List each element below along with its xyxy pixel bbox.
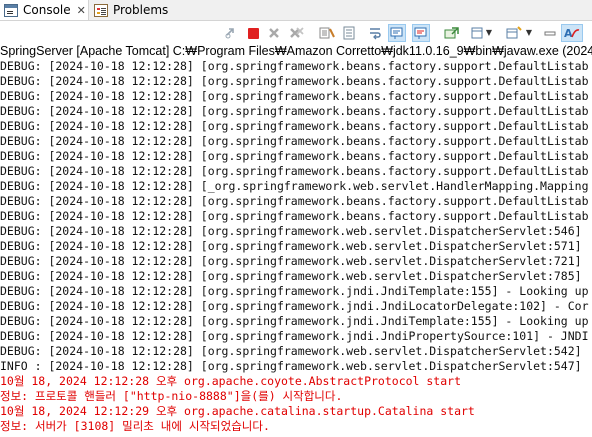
scroll-lock-icon[interactable] <box>340 24 358 42</box>
log-line: DEBUG: [2024-10-18 12:12:28] [org.spring… <box>0 314 589 328</box>
tab-problems[interactable]: Problems <box>90 0 170 20</box>
remove-all-icon[interactable] <box>288 24 306 42</box>
log-line: DEBUG: [2024-10-18 12:12:28] [org.spring… <box>0 329 589 343</box>
remove-launch-icon[interactable] <box>265 24 283 42</box>
log-line: 정보: 서버가 [3108] 밀리초 내에 시작되었습니다. <box>0 419 270 433</box>
log-line: DEBUG: [2024-10-18 12:12:28] [org.spring… <box>0 344 582 358</box>
show-stdout-icon[interactable]: A <box>561 24 583 42</box>
tab-problems-label: Problems <box>113 3 169 17</box>
log-line: 10월 18, 2024 12:12:28 오후 org.apache.coyo… <box>0 374 462 388</box>
console-output[interactable]: DEBUG: [2024-10-18 12:12:28] [org.spring… <box>0 59 592 437</box>
log-line: 10월 18, 2024 12:12:29 오후 org.apache.cata… <box>0 404 475 418</box>
log-line: DEBUG: [2024-10-18 12:12:28] [org.spring… <box>0 194 589 208</box>
console-icon <box>4 3 18 17</box>
problems-icon <box>94 3 108 17</box>
log-line: DEBUG: [2024-10-18 12:12:28] [org.spring… <box>0 269 582 283</box>
display-console-icon[interactable] <box>443 24 461 42</box>
log-line: DEBUG: [2024-10-18 12:12:28] [org.spring… <box>0 104 589 118</box>
close-icon[interactable]: ✕ <box>77 4 86 17</box>
log-line: DEBUG: [2024-10-18 12:12:28] [org.spring… <box>0 134 589 148</box>
svg-text:A: A <box>564 27 573 40</box>
log-line: DEBUG: [2024-10-18 12:12:28] [org.spring… <box>0 224 582 238</box>
chevron-down-icon[interactable]: ▼ <box>524 24 534 42</box>
log-line: DEBUG: [2024-10-18 12:12:28] [org.spring… <box>0 149 589 163</box>
launch-description: SpringServer [Apache Tomcat] C:₩Program … <box>0 44 592 58</box>
stop-icon[interactable] <box>244 24 262 42</box>
open-console-icon[interactable] <box>412 24 430 42</box>
minimize-icon[interactable] <box>541 24 559 42</box>
log-line: DEBUG: [2024-10-18 12:12:28] [org.spring… <box>0 164 589 178</box>
console-toolbar: ▼ ▼ A <box>0 21 592 45</box>
view-tab-bar: Console ✕ Problems <box>0 0 592 21</box>
log-line: DEBUG: [2024-10-18 12:12:28] [org.spring… <box>0 254 582 268</box>
log-line: DEBUG: [2024-10-18 12:12:28] [org.spring… <box>0 284 589 298</box>
log-line: DEBUG: [2024-10-18 12:12:28] [org.spring… <box>0 119 589 133</box>
tab-console-label: Console <box>23 3 71 17</box>
log-line: DEBUG: [2024-10-18 12:12:28] [org.spring… <box>0 59 589 73</box>
pin-console-icon[interactable] <box>388 24 406 42</box>
link-icon[interactable] <box>222 24 240 42</box>
display-console-dropdown-icon[interactable] <box>505 24 523 42</box>
log-line: DEBUG: [2024-10-18 12:12:28] [org.spring… <box>0 209 589 223</box>
word-wrap-icon[interactable] <box>366 24 384 42</box>
clear-console-icon[interactable] <box>318 24 336 42</box>
log-line: DEBUG: [2024-10-18 12:12:28] [_org.sprin… <box>0 179 589 193</box>
log-line: 정보: 프로토콜 핸들러 ["http-nio-8888"]을(를) 시작합니다… <box>0 389 343 403</box>
log-line: INFO : [2024-10-18 12:12:28] [org.spring… <box>0 359 582 373</box>
log-line: DEBUG: [2024-10-18 12:12:28] [org.spring… <box>0 239 582 253</box>
log-line: DEBUG: [2024-10-18 12:12:28] [org.spring… <box>0 299 589 313</box>
tab-console[interactable]: Console ✕ <box>0 0 89 20</box>
log-line: DEBUG: [2024-10-18 12:12:28] [org.spring… <box>0 89 589 103</box>
chevron-down-icon[interactable]: ▼ <box>484 24 494 42</box>
log-line: DEBUG: [2024-10-18 12:12:28] [org.spring… <box>0 74 589 88</box>
